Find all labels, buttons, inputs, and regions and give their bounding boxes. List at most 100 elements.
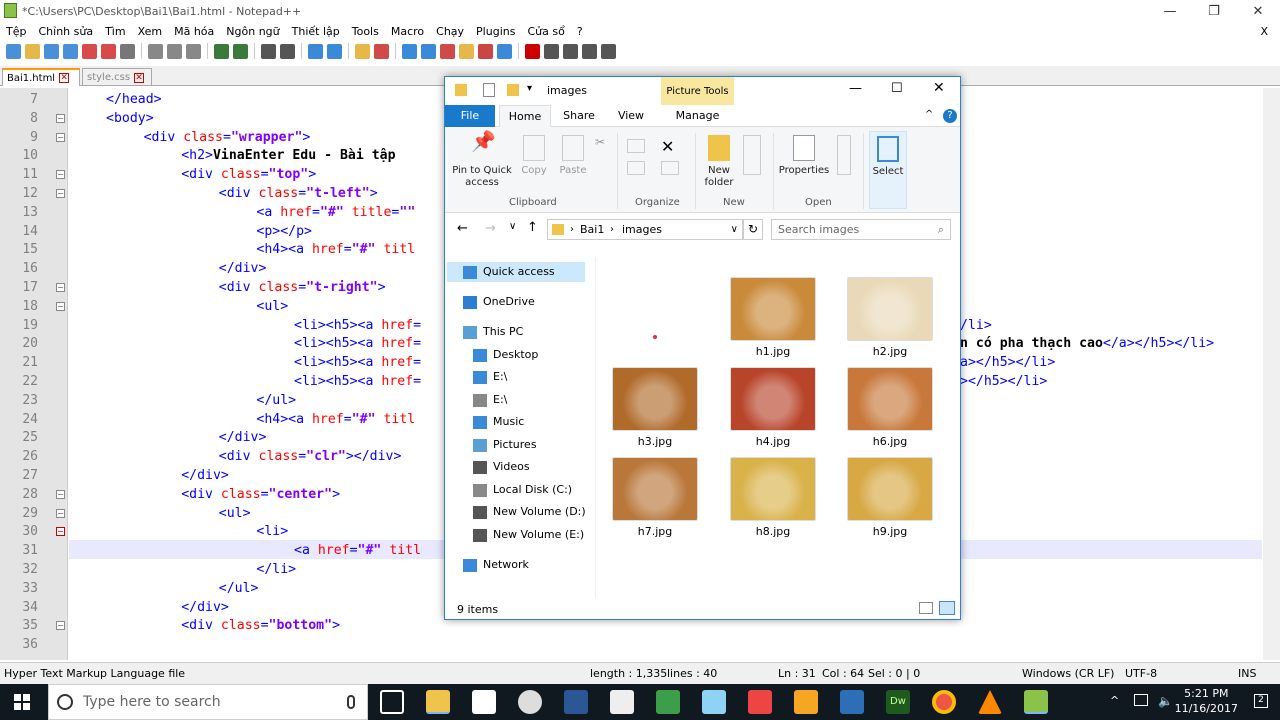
code-line[interactable]: <li> xyxy=(256,522,288,541)
code-line[interactable]: <body> xyxy=(106,109,154,128)
menu-item[interactable]: Thiết lập xyxy=(286,25,346,38)
address-bar[interactable]: › Bai1 › images ∨ xyxy=(547,219,743,240)
address-dropdown-icon[interactable]: ∨ xyxy=(731,220,738,239)
toolbar-icon[interactable] xyxy=(167,43,182,59)
network-icon[interactable] xyxy=(1134,694,1148,706)
toolbar-icon[interactable] xyxy=(374,43,389,59)
code-line[interactable]: </ul> xyxy=(256,391,296,410)
toolbar-icon[interactable] xyxy=(25,43,40,59)
toolbar-icon[interactable] xyxy=(440,43,455,59)
toolbar-icon[interactable] xyxy=(308,43,323,59)
nav-item[interactable]: Local Disk (C:) xyxy=(473,480,572,500)
paint-icon[interactable] xyxy=(702,690,726,714)
properties-button[interactable]: Properties xyxy=(777,135,831,177)
maximize-button[interactable]: ❐ xyxy=(1192,0,1236,22)
file-item[interactable]: h1.jpg xyxy=(729,277,817,358)
cut-icon[interactable]: ✂ xyxy=(595,135,605,149)
code-line[interactable]: <div class="t-right"> xyxy=(219,278,386,297)
file-explorer-icon[interactable] xyxy=(426,690,450,714)
fold-toggle-icon[interactable]: − xyxy=(56,189,65,198)
tab-close-icon[interactable]: ✕ xyxy=(134,72,145,83)
menu-item[interactable]: Cửa sổ xyxy=(521,25,570,38)
fold-toggle-icon[interactable]: − xyxy=(56,621,65,631)
nav-item[interactable]: E:\ xyxy=(473,390,507,410)
code-line-tail[interactable]: n có pha thạch cao</a></h5></li> xyxy=(960,334,1214,353)
toolbar-icon[interactable] xyxy=(355,43,370,59)
nav-item[interactable]: New Volume (E:) xyxy=(473,525,584,545)
microphone-icon[interactable] xyxy=(347,695,355,709)
code-line-tail[interactable]: /li> xyxy=(960,316,992,335)
fold-toggle-icon[interactable]: − xyxy=(56,301,65,311)
rename-icon[interactable] xyxy=(661,161,679,175)
vlc-icon[interactable] xyxy=(978,690,1002,714)
toolbar-icon[interactable] xyxy=(544,43,559,59)
code-line[interactable]: <h4><a href="#" titl xyxy=(256,410,415,429)
file-item[interactable]: h6.jpg xyxy=(846,367,934,448)
code-line[interactable]: <div class="clr"></div> xyxy=(219,447,402,466)
nav-item[interactable]: This PC xyxy=(463,322,523,342)
toolbar-icon[interactable] xyxy=(497,43,512,59)
camera-icon[interactable] xyxy=(518,690,542,714)
toolbar-icon[interactable] xyxy=(402,43,417,59)
new-folder-button[interactable]: New folder xyxy=(699,135,739,189)
fold-toggle-icon[interactable]: − xyxy=(56,508,65,518)
code-line-tail[interactable]: ></h5></li> xyxy=(960,372,1047,391)
select-button[interactable]: Select xyxy=(869,131,907,209)
up-arrow-icon[interactable]: ↑ xyxy=(527,220,538,235)
explorer-minimize-button[interactable]: — xyxy=(849,81,862,96)
nav-item[interactable]: E:\ xyxy=(473,367,507,387)
nav-item[interactable]: New Volume (D:) xyxy=(473,502,586,522)
code-line[interactable]: </div> xyxy=(219,259,267,278)
properties-quick-icon[interactable] xyxy=(483,83,495,97)
pin-quick-access-button[interactable]: 📌 Pin to Quick access xyxy=(451,131,513,189)
toolbar-icon[interactable] xyxy=(82,43,97,59)
fold-toggle-icon[interactable]: − xyxy=(56,283,65,292)
chrome-icon[interactable] xyxy=(932,690,956,714)
code-line[interactable]: <div class="t-left"> xyxy=(219,184,378,203)
taskbar-search[interactable]: Type here to search xyxy=(48,684,368,720)
code-line-tail[interactable]: a></h5></li> xyxy=(960,353,1055,372)
dreamweaver-icon[interactable]: Dw xyxy=(886,690,910,714)
code-line[interactable]: <h4><a href="#" titl xyxy=(256,240,415,259)
ribbon-tab-share[interactable]: Share xyxy=(557,105,601,127)
menu-item[interactable]: Mã hóa xyxy=(168,25,220,38)
toolbar-icon[interactable] xyxy=(280,43,295,59)
details-view-icon[interactable] xyxy=(919,602,933,614)
file-item[interactable]: h8.jpg xyxy=(729,457,817,538)
code-line[interactable]: </div> xyxy=(181,466,229,485)
file-item[interactable]: h9.jpg xyxy=(846,457,934,538)
nav-item[interactable]: Videos xyxy=(473,457,530,477)
dev-icon[interactable] xyxy=(564,690,588,714)
code-line[interactable]: <li><h5><a href= xyxy=(294,372,421,391)
code-line[interactable]: <h2>VinaEnter Edu - Bài tập xyxy=(181,146,395,165)
notification-icon[interactable]: 2 xyxy=(1254,694,1268,708)
back-arrow-icon[interactable]: ← xyxy=(457,221,468,236)
nav-item[interactable]: Network xyxy=(463,555,529,575)
refresh-icon[interactable]: ↻ xyxy=(743,219,763,240)
toolbar-icon[interactable] xyxy=(214,43,229,59)
fold-toggle-icon[interactable]: − xyxy=(56,170,65,180)
toolbar-icon[interactable] xyxy=(148,43,163,59)
menu-close-icon[interactable]: X xyxy=(1254,25,1274,38)
store-icon[interactable] xyxy=(472,690,496,714)
breadcrumb-bai1[interactable]: Bai1 xyxy=(580,220,604,239)
tab-close-icon[interactable]: ✕ xyxy=(59,73,70,83)
forward-arrow-icon[interactable]: → xyxy=(485,221,496,236)
code-line[interactable]: <a href="#" title="" xyxy=(256,203,415,222)
code-line[interactable]: <ul> xyxy=(256,297,288,316)
menu-item[interactable]: Tệp xyxy=(0,25,32,38)
large-icons-view-icon[interactable] xyxy=(939,601,955,615)
file-item[interactable]: h7.jpg xyxy=(611,457,699,538)
toolbar-icon[interactable] xyxy=(44,43,59,59)
new-item-icon[interactable] xyxy=(743,135,761,175)
delete-icon[interactable]: ✕ xyxy=(661,137,674,156)
move-to-icon[interactable] xyxy=(627,139,645,153)
nav-item[interactable]: OneDrive xyxy=(463,292,535,312)
toolbar-icon[interactable] xyxy=(233,43,248,59)
tab-style-css[interactable]: style.css ✕ xyxy=(82,68,152,86)
menu-item[interactable]: Chạy xyxy=(430,25,470,38)
menu-item[interactable]: Ngôn ngữ xyxy=(220,25,285,38)
notepad-plus-icon[interactable] xyxy=(1024,690,1048,714)
copy-button[interactable]: Copy xyxy=(517,135,551,177)
menu-item[interactable]: Macro xyxy=(385,25,430,38)
